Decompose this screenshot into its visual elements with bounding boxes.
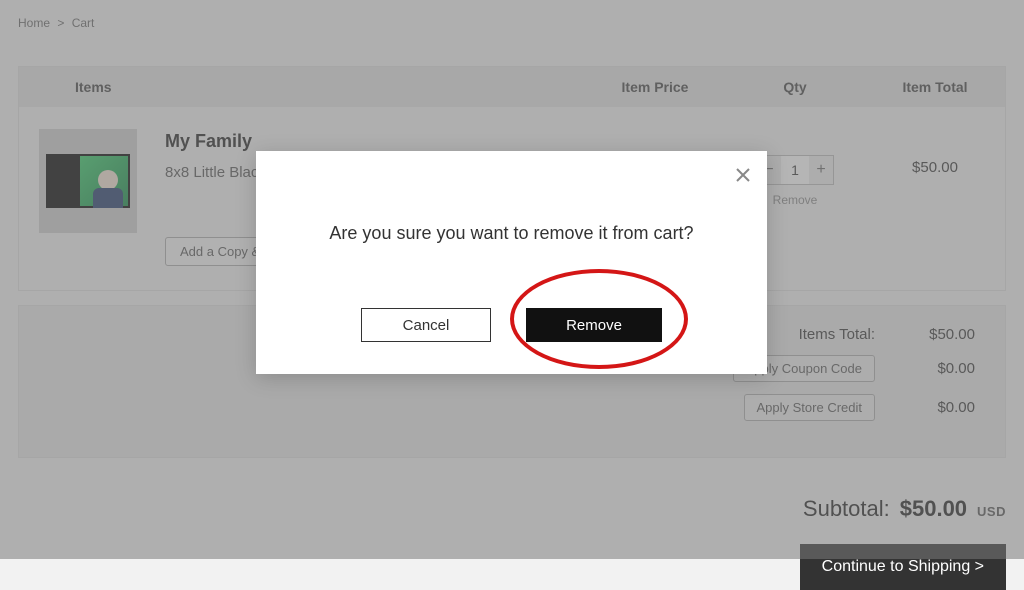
modal-message: Are you sure you want to remove it from … (256, 223, 767, 244)
close-icon[interactable] (735, 167, 751, 188)
cancel-button[interactable]: Cancel (361, 308, 491, 342)
remove-button[interactable]: Remove (526, 308, 662, 342)
confirm-remove-modal: Are you sure you want to remove it from … (256, 151, 767, 374)
